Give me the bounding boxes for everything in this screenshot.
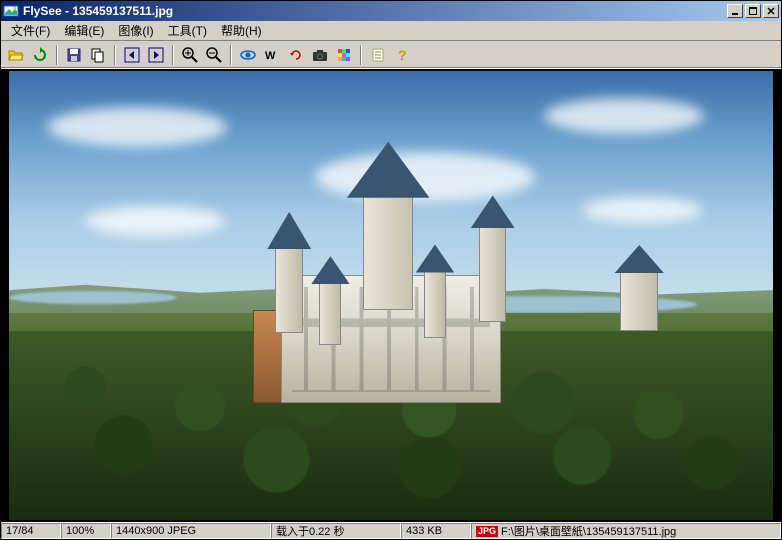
- separator: [230, 45, 232, 65]
- status-filesize: 433 KB: [401, 523, 471, 539]
- status-bar: 17/84 100% 1440x900 JPEG 载入于0.22 秒 433 K…: [1, 522, 781, 539]
- menu-help[interactable]: 帮助(H): [215, 20, 268, 41]
- image-viewport[interactable]: [1, 69, 781, 522]
- status-path: JPG F:\图片\桌面壁紙\135459137511.jpg: [471, 523, 781, 539]
- separator: [172, 45, 174, 65]
- title-bar: FlySee - 135459137511.jpg: [1, 1, 781, 21]
- rotate-button[interactable]: [285, 44, 307, 66]
- prev-button[interactable]: [121, 44, 143, 66]
- menu-bar: 文件(F) 编辑(E) 图像(I) 工具(T) 帮助(H): [1, 21, 781, 41]
- settings-button[interactable]: [367, 44, 389, 66]
- status-zoom: 100%: [61, 523, 111, 539]
- menu-tools[interactable]: 工具(T): [162, 20, 213, 41]
- status-loadtime: 载入于0.22 秒: [271, 523, 401, 539]
- svg-text:W: W: [265, 50, 276, 62]
- fullscreen-button[interactable]: [237, 44, 259, 66]
- maximize-button[interactable]: [745, 4, 761, 18]
- separator: [360, 45, 362, 65]
- menu-image[interactable]: 图像(I): [112, 20, 159, 41]
- separator: [114, 45, 116, 65]
- minimize-button[interactable]: [727, 4, 743, 18]
- menu-edit[interactable]: 编辑(E): [58, 20, 110, 41]
- status-path-text: F:\图片\桌面壁紙\135459137511.jpg: [501, 523, 676, 539]
- zoom-in-button[interactable]: [179, 44, 201, 66]
- color-grid-button[interactable]: [333, 44, 355, 66]
- menu-file[interactable]: 文件(F): [5, 20, 56, 41]
- help-button[interactable]: ?: [391, 44, 413, 66]
- separator: [56, 45, 58, 65]
- close-button[interactable]: [763, 4, 779, 18]
- open-button[interactable]: [5, 44, 27, 66]
- app-icon: [3, 3, 19, 19]
- status-dimensions: 1440x900 JPEG: [111, 523, 271, 539]
- zoom-out-button[interactable]: [203, 44, 225, 66]
- status-index: 17/84: [1, 523, 61, 539]
- image-canvas: [9, 71, 773, 520]
- format-badge-icon: JPG: [476, 526, 498, 537]
- camera-button[interactable]: [309, 44, 331, 66]
- copy-button[interactable]: [87, 44, 109, 66]
- window-title: FlySee - 135459137511.jpg: [23, 4, 727, 18]
- next-button[interactable]: [145, 44, 167, 66]
- wallpaper-button[interactable]: W: [261, 44, 283, 66]
- refresh-button[interactable]: [29, 44, 51, 66]
- save-button[interactable]: [63, 44, 85, 66]
- svg-text:?: ?: [398, 47, 407, 63]
- toolbar: W ?: [1, 41, 781, 69]
